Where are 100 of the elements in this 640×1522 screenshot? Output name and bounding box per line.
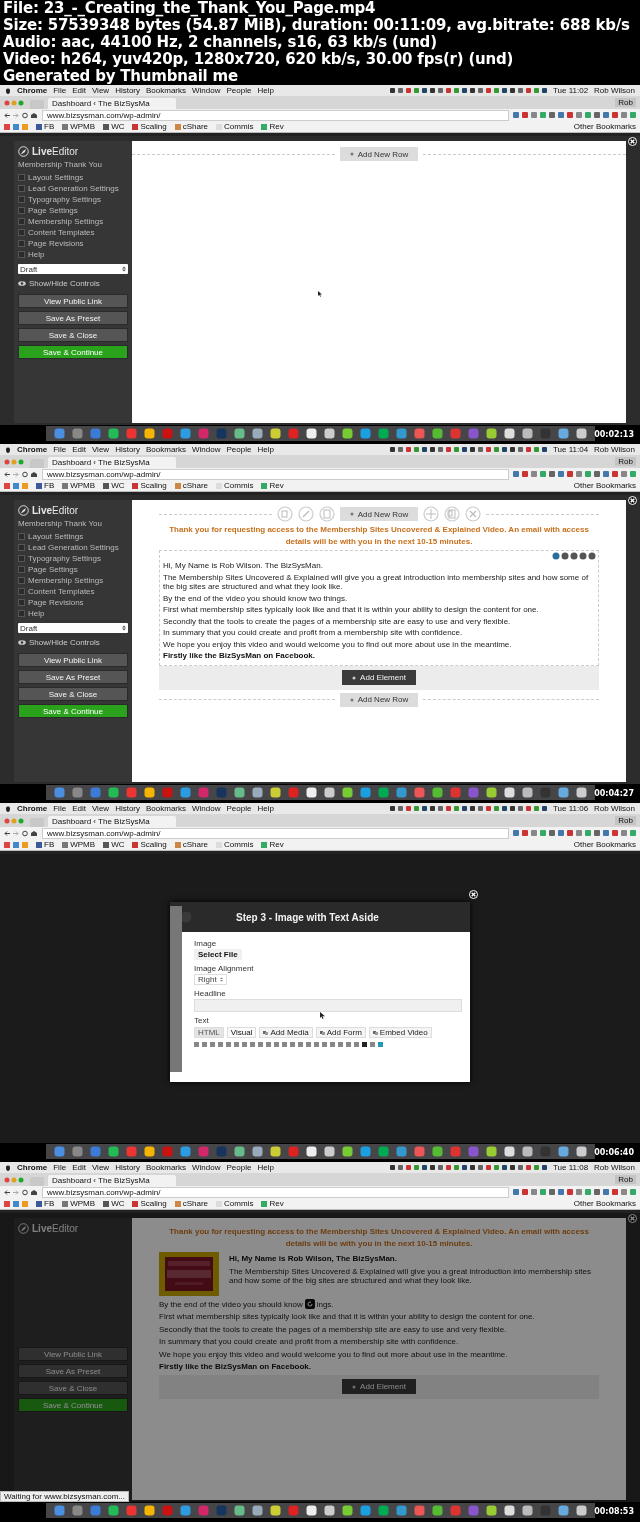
menu-item[interactable]: Help [257,804,274,813]
checkbox[interactable] [18,250,25,258]
app-icon[interactable] [143,428,155,439]
sidebar-item[interactable]: Page Settings [28,205,78,215]
window-controls-icon[interactable] [4,458,26,465]
show-hide-toggle[interactable]: Show/Hide Controls [18,279,128,288]
sidebar-item[interactable]: Page Settings [28,564,78,574]
media-button[interactable]: Add Media [259,1027,313,1038]
app-icon[interactable] [323,428,335,439]
menu-item[interactable]: People [226,1163,252,1172]
checkbox[interactable] [18,532,25,540]
app-icon[interactable] [143,787,155,798]
app-icon[interactable] [575,1146,587,1157]
app-icon[interactable] [521,428,533,439]
address-field[interactable]: www.bizsysman.com/wp-admin/ [42,109,509,121]
bookmark[interactable]: Commis [216,840,254,849]
menu-item[interactable]: File [53,445,67,454]
app-icon[interactable] [233,1146,245,1157]
browser-tab[interactable]: Dashboard ‹ The BizSysMa [48,457,176,468]
menu-item[interactable]: Chrome [17,804,48,813]
editor-tab[interactable]: HTML [194,1027,224,1038]
browser-tab[interactable]: Dashboard ‹ The BizSysMa [48,1175,176,1186]
bookmark-folder[interactable]: Other Bookmarks [573,481,636,490]
extension-icons-drawing[interactable] [513,1188,636,1196]
app-icon[interactable] [323,1146,335,1157]
app-icon[interactable] [503,1505,515,1516]
app-icon[interactable] [305,1146,317,1157]
sidebar-button[interactable]: View Public Link [18,294,128,308]
app-icon[interactable] [575,428,587,439]
app-icon[interactable] [323,1505,335,1516]
window-controls-icon[interactable] [4,99,26,106]
bookmark[interactable]: WPMB [62,481,96,490]
app-icon[interactable] [107,1146,119,1157]
menu-item[interactable]: Chrome [17,1163,48,1172]
element-toolbar-drawing[interactable] [552,552,596,560]
status-icons-drawing[interactable] [389,87,547,94]
formatting-toolbar-drawing[interactable] [194,1041,386,1048]
bookmark-folder[interactable]: Other Bookmarks [573,840,636,849]
menu-item[interactable]: People [226,804,252,813]
bookmark[interactable]: Scaling [132,122,167,131]
bookmark[interactable]: WPMB [62,1199,96,1208]
menu-item[interactable]: People [226,86,252,95]
menu-item[interactable]: History [115,445,140,454]
menu-item[interactable]: View [91,86,110,95]
browser-tab[interactable]: Dashboard ‹ The BizSysMa [48,98,176,109]
bookmark-icons-drawing[interactable] [4,482,28,489]
bookmark[interactable]: Rev [261,122,284,131]
status-select[interactable]: Draft [18,623,128,633]
checkbox[interactable] [18,217,25,225]
status-icons-drawing[interactable] [389,805,547,812]
bookmark[interactable]: Rev [261,481,284,490]
app-icon[interactable] [575,787,587,798]
bookmark[interactable]: WC [103,122,125,131]
bookmark[interactable]: Scaling [132,1199,167,1208]
app-icon[interactable] [305,787,317,798]
bookmark-icons-drawing[interactable] [4,841,28,848]
status-select[interactable]: Draft [18,264,128,274]
bookmark[interactable]: WC [103,1199,125,1208]
menu-user[interactable]: Rob Wilson [594,86,635,95]
add-row-button[interactable]: Add New Row [339,147,419,161]
sidebar-item[interactable]: Layout Settings [28,172,84,182]
edit-icon[interactable] [297,506,314,522]
sidebar-button[interactable]: View Public Link [18,653,128,667]
sidebar-item[interactable]: Lead Generation Settings [28,542,119,552]
app-icon[interactable] [485,428,497,439]
app-icon[interactable] [557,1505,569,1516]
apple-icon[interactable] [5,87,11,94]
app-icon[interactable] [521,1146,533,1157]
app-icon[interactable] [251,428,263,439]
bookmark[interactable]: Rev [261,840,284,849]
checkbox[interactable] [18,228,25,236]
menu-item[interactable]: Bookmarks [146,445,187,454]
sidebar-item[interactable]: Page Revisions [28,597,84,607]
app-icon[interactable] [341,787,353,798]
menu-clock[interactable]: Tue 11:08 [552,1163,589,1172]
menu-item[interactable]: Edit [72,804,86,813]
app-icon[interactable] [107,1505,119,1516]
extension-icons-drawing[interactable] [513,470,636,478]
checkbox[interactable] [18,609,25,617]
app-icon[interactable] [485,1146,497,1157]
checkbox[interactable] [18,554,25,562]
sidebar-item[interactable]: Typography Settings [28,553,101,563]
sidebar-button[interactable]: Save & Close [18,1381,128,1395]
checkbox[interactable] [18,206,25,214]
menu-item[interactable]: Edit [72,86,86,95]
menu-item[interactable]: Chrome [17,445,48,454]
app-icon[interactable] [557,787,569,798]
add-element-button[interactable]: Add Element [342,1379,416,1394]
menu-item[interactable]: Bookmarks [146,804,187,813]
extension-icons-drawing[interactable] [513,111,636,119]
bookmark-icons-drawing[interactable] [4,1200,28,1207]
menu-user[interactable]: Rob Wilson [594,445,635,454]
bookmark[interactable]: FB [36,840,55,849]
app-icon[interactable] [485,1505,497,1516]
profile-button[interactable]: Rob [615,457,636,466]
window-controls-icon[interactable] [4,1176,26,1183]
status-icons-drawing[interactable] [389,1164,547,1171]
bookmark[interactable]: cShare [174,122,209,131]
app-icon[interactable] [251,1146,263,1157]
profile-button[interactable]: Rob [615,98,636,107]
